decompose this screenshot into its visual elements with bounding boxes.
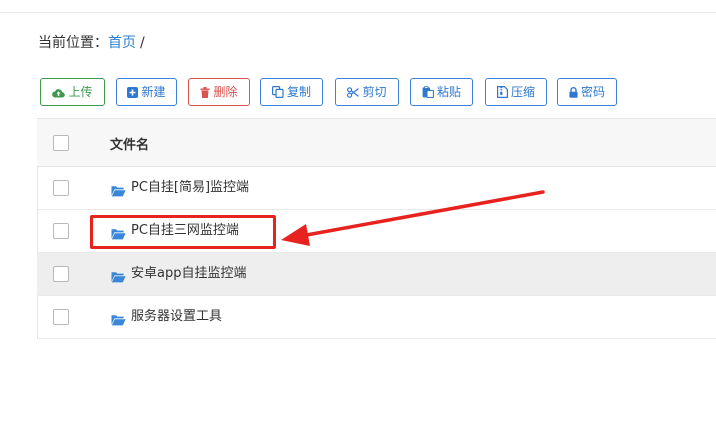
annotation-arrow-icon	[281, 190, 545, 246]
